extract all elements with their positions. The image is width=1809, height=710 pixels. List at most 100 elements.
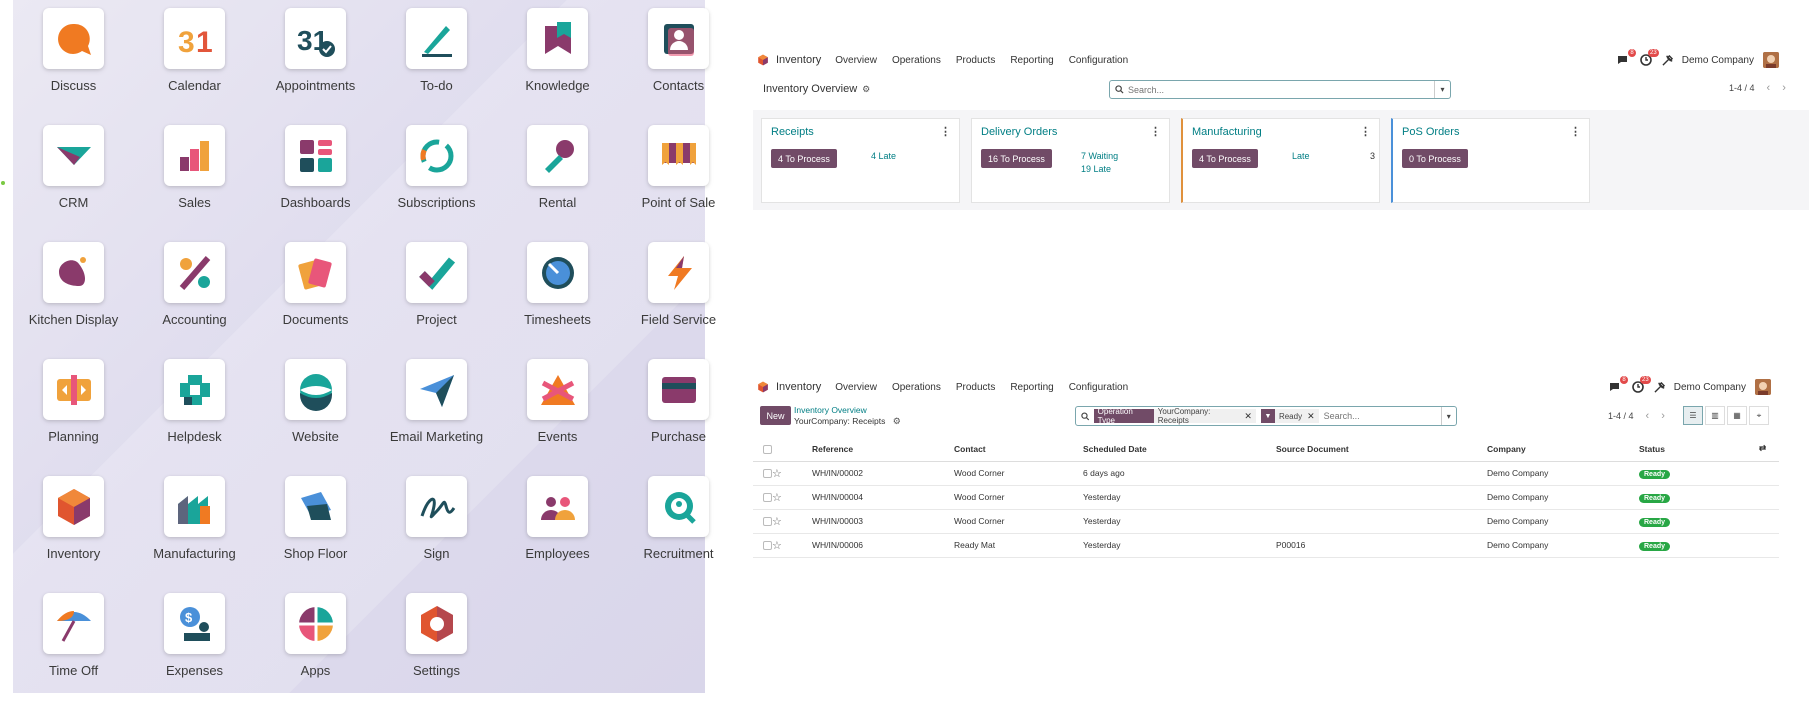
knowledge-icon[interactable] (527, 8, 588, 69)
kanban-view-icon[interactable]: ▥ (1705, 406, 1725, 425)
cell-contact[interactable]: Wood Corner (954, 485, 1083, 510)
todo-icon[interactable] (406, 8, 467, 69)
cell-source-document[interactable]: P00016 (1276, 533, 1487, 558)
row-checkbox[interactable] (763, 469, 772, 479)
documents-icon[interactable] (285, 242, 346, 303)
company-switcher[interactable]: Demo Company (1674, 382, 1746, 393)
subscriptions-icon[interactable] (406, 125, 467, 186)
app-tile-planning[interactable]: Planning (13, 359, 134, 476)
cell-company[interactable]: Demo Company (1487, 509, 1639, 534)
manufacturing-icon[interactable] (164, 476, 225, 537)
pager-value[interactable]: 1-4 / 4 (1608, 411, 1634, 421)
cell-scheduled-date[interactable]: Yesterday (1083, 509, 1276, 534)
company-switcher[interactable]: Demo Company (1682, 55, 1754, 66)
table-row[interactable]: ☆ WH/IN/00003 Wood Corner Yesterday Demo Com… (753, 509, 1779, 534)
accounting-icon[interactable] (164, 242, 225, 303)
point-of-sale-icon[interactable] (648, 125, 709, 186)
cell-company[interactable]: Demo Company (1487, 533, 1639, 558)
search-bar[interactable]: ▾ (1109, 80, 1451, 99)
app-tile-time-off[interactable]: Time Off (13, 593, 134, 710)
search-input[interactable] (1128, 84, 1434, 95)
time-off-icon[interactable] (43, 593, 104, 654)
app-tile-contacts[interactable]: Contacts (618, 8, 739, 125)
cell-company[interactable]: Demo Company (1487, 485, 1639, 510)
card-menu-icon[interactable]: ⋮ (1570, 125, 1581, 138)
row-checkbox[interactable] (763, 493, 772, 503)
sign-icon[interactable] (406, 476, 467, 537)
row-checkbox[interactable] (763, 541, 772, 551)
app-tile-todo[interactable]: To-do (376, 8, 497, 125)
app-tile-sign[interactable]: Sign (376, 476, 497, 593)
appointments-icon[interactable]: 31 (285, 8, 346, 69)
app-tile-field-service[interactable]: Field Service (618, 242, 739, 359)
kitchen-display-icon[interactable] (43, 242, 104, 303)
cell-reference[interactable]: WH/IN/00003 (812, 509, 954, 534)
star-icon[interactable]: ☆ (772, 516, 782, 528)
cell-source-document[interactable] (1276, 485, 1487, 510)
field-service-icon[interactable] (648, 242, 709, 303)
timesheets-icon[interactable] (527, 242, 588, 303)
app-tile-apps[interactable]: Apps (255, 593, 376, 710)
app-tile-website[interactable]: Website (255, 359, 376, 476)
app-tile-timesheets[interactable]: Timesheets (497, 242, 618, 359)
menu-products[interactable]: Products (956, 382, 995, 393)
card-menu-icon[interactable]: ⋮ (1360, 125, 1371, 138)
pager-next-icon[interactable]: › (1661, 410, 1665, 422)
user-avatar[interactable] (1755, 379, 1771, 395)
menu-overview[interactable]: Overview (835, 55, 877, 66)
table-row[interactable]: ☆ WH/IN/00004 Wood Corner Yesterday Demo Com… (753, 485, 1779, 510)
inventory-logo-icon[interactable] (757, 381, 769, 393)
app-tile-events[interactable]: Events (497, 359, 618, 476)
to-process-button[interactable]: 4 To Process (771, 149, 837, 168)
app-tile-recruitment[interactable]: Recruitment (618, 476, 739, 593)
dashboards-icon[interactable] (285, 125, 346, 186)
app-tile-point-of-sale[interactable]: Point of Sale (618, 125, 739, 242)
app-tile-helpdesk[interactable]: Helpdesk (134, 359, 255, 476)
column-status[interactable]: Status (1639, 437, 1759, 462)
crm-icon[interactable] (43, 125, 104, 186)
menu-overview[interactable]: Overview (835, 382, 877, 393)
app-tile-manufacturing[interactable]: Manufacturing (134, 476, 255, 593)
column-scheduled-date[interactable]: Scheduled Date (1083, 437, 1276, 462)
menu-reporting[interactable]: Reporting (1010, 382, 1053, 393)
to-process-button[interactable]: 16 To Process (981, 149, 1052, 168)
column-contact[interactable]: Contact (954, 437, 1083, 462)
messages-icon[interactable]: 8 (1608, 376, 1628, 394)
project-icon[interactable] (406, 242, 467, 303)
cell-reference[interactable]: WH/IN/00006 (812, 533, 954, 558)
cell-company[interactable]: Demo Company (1487, 461, 1639, 486)
pager-prev-icon[interactable]: ‹ (1646, 410, 1650, 422)
app-tile-settings[interactable]: Settings (376, 593, 497, 710)
app-name[interactable]: Inventory (776, 381, 821, 393)
app-tile-purchase[interactable]: Purchase (618, 359, 739, 476)
app-tile-subscriptions[interactable]: Subscriptions (376, 125, 497, 242)
expenses-icon[interactable]: $ (164, 593, 225, 654)
app-tile-appointments[interactable]: 31 Appointments (255, 8, 376, 125)
activities-icon[interactable]: 23 (1631, 376, 1651, 394)
to-process-button[interactable]: 4 To Process (1192, 149, 1258, 168)
app-tile-crm[interactable]: CRM (13, 125, 134, 242)
calendar-view-icon[interactable]: ▦ (1727, 406, 1747, 425)
app-tile-kitchen-display[interactable]: Kitchen Display (13, 242, 134, 359)
list-view-icon[interactable]: ☰ (1683, 406, 1703, 425)
cell-scheduled-date[interactable]: Yesterday (1083, 485, 1276, 510)
menu-reporting[interactable]: Reporting (1010, 55, 1053, 66)
pager-prev-icon[interactable]: ‹ (1767, 82, 1771, 94)
row-checkbox[interactable] (763, 517, 772, 527)
inventory-logo-icon[interactable] (757, 54, 769, 66)
app-tile-project[interactable]: Project (376, 242, 497, 359)
pager-next-icon[interactable]: › (1782, 82, 1786, 94)
late-link[interactable]: 19 Late (1081, 164, 1111, 174)
app-tile-email-marketing[interactable]: Email Marketing (376, 359, 497, 476)
cell-reference[interactable]: WH/IN/00004 (812, 485, 954, 510)
menu-configuration[interactable]: Configuration (1069, 55, 1128, 66)
inventory-icon[interactable] (43, 476, 104, 537)
messages-icon[interactable]: 8 (1616, 49, 1636, 67)
card-title[interactable]: Manufacturing (1192, 126, 1262, 138)
app-tile-rental[interactable]: Rental (497, 125, 618, 242)
menu-configuration[interactable]: Configuration (1069, 382, 1128, 393)
card-menu-icon[interactable]: ⋮ (1150, 125, 1161, 138)
column-source-document[interactable]: Source Document (1276, 437, 1487, 462)
cell-contact[interactable]: Wood Corner (954, 461, 1083, 486)
card-title[interactable]: Receipts (771, 126, 814, 138)
